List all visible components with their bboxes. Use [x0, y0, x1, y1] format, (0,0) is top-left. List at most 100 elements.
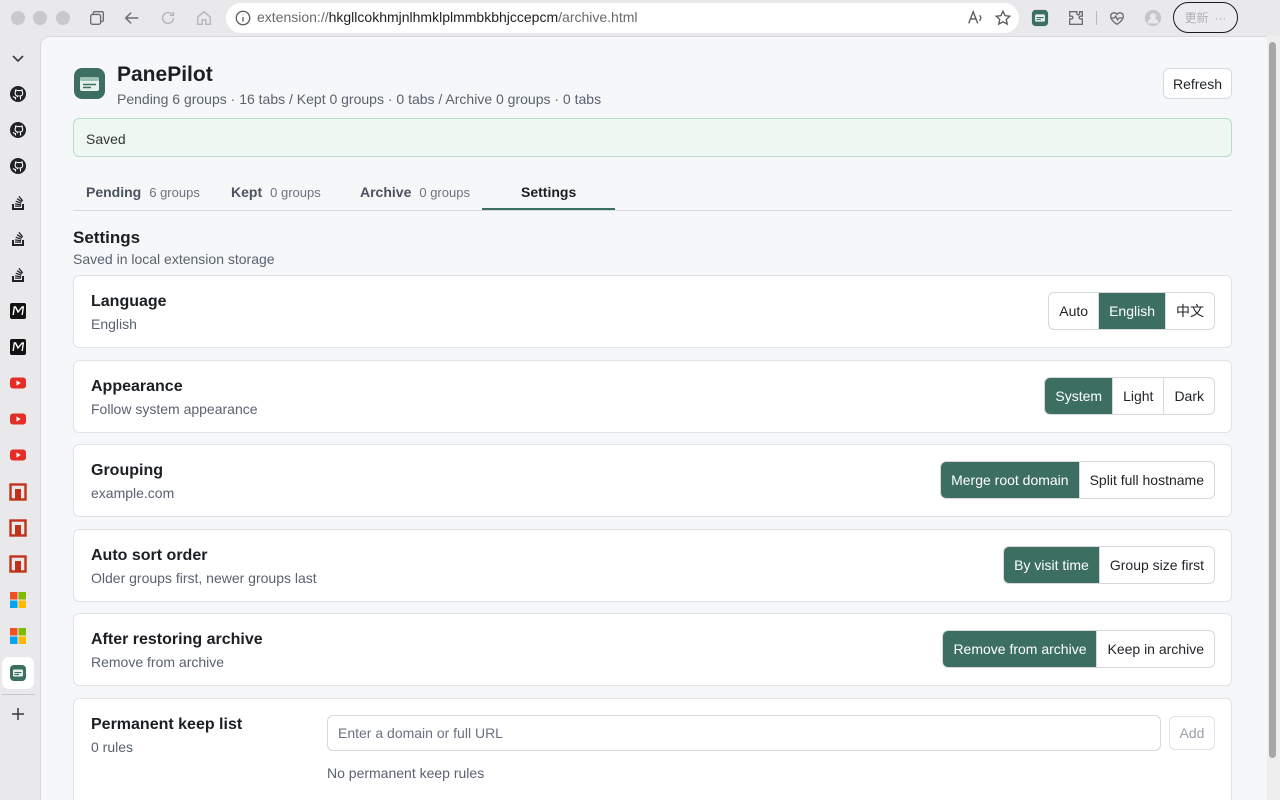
app-summary: Pending 6 groups · 16 tabs / Kept 0 grou…: [117, 91, 602, 107]
setting-value: Follow system appearance: [91, 401, 258, 417]
health-heart-icon[interactable]: [1107, 8, 1127, 28]
medium-icon[interactable]: [9, 302, 27, 320]
settings-heading: Settings: [73, 228, 141, 247]
language-option-chinese[interactable]: 中文: [1165, 293, 1214, 329]
grouping-selector: Merge root domain Split full hostname: [940, 461, 1215, 499]
setting-value: Remove from archive: [91, 654, 225, 670]
sort-option-group-size[interactable]: Group size first: [1098, 547, 1214, 583]
keep-list-empty-text: No permanent keep rules: [327, 765, 485, 781]
tab-actions-icon[interactable]: [87, 8, 107, 28]
plus-icon[interactable]: [9, 705, 27, 723]
setting-value: example.com: [91, 485, 175, 501]
panepilot-logo-icon: [80, 77, 99, 91]
page-viewport: PanePilot Pending 6 groups · 16 tabs / K…: [40, 36, 1267, 800]
chevron-down-icon[interactable]: [9, 49, 27, 67]
setting-title: Grouping: [91, 462, 163, 479]
setting-title: Language: [91, 293, 167, 310]
tab-kept[interactable]: Kept 0 groups: [231, 173, 321, 211]
minimize-window-button[interactable]: [33, 11, 47, 25]
sort-option-visit-time[interactable]: By visit time: [1004, 547, 1099, 583]
setting-value: Older groups first, newer groups last: [91, 570, 317, 586]
panepilot-icon[interactable]: [9, 664, 27, 682]
tab-label: Archive: [360, 184, 412, 200]
youtube-icon[interactable]: [9, 410, 27, 428]
info-icon[interactable]: [234, 9, 252, 27]
tab-archive[interactable]: Archive 0 groups: [360, 173, 470, 211]
medium-icon[interactable]: [9, 338, 27, 356]
home-icon[interactable]: [194, 8, 214, 28]
app-title: PanePilot: [117, 63, 213, 86]
tab-label: Settings: [521, 184, 577, 200]
sidebar-divider: [2, 694, 35, 695]
back-icon[interactable]: [122, 8, 142, 28]
github-icon[interactable]: [9, 121, 27, 139]
stackoverflow-icon[interactable]: [9, 229, 27, 247]
keep-rule-input[interactable]: [327, 715, 1161, 751]
tab-label: Kept: [231, 184, 263, 200]
active-tab-indicator: [482, 208, 615, 210]
scrollbar-thumb[interactable]: [1269, 42, 1276, 758]
appearance-setting-card: Appearance Follow system appearance Syst…: [73, 360, 1232, 433]
microsoft-icon[interactable]: [9, 627, 27, 645]
openrouter-icon[interactable]: [9, 519, 27, 537]
tab-pending[interactable]: Pending 6 groups: [86, 173, 200, 211]
openrouter-icon[interactable]: [9, 483, 27, 501]
read-aloud-icon[interactable]: [966, 9, 984, 27]
openrouter-icon[interactable]: [9, 555, 27, 573]
grouping-option-split-hostname[interactable]: Split full hostname: [1078, 462, 1214, 498]
address-bar[interactable]: extension://hkgllcokhmjnlhmklplmmbkbhjcc…: [226, 3, 1019, 33]
panepilot-extension-icon[interactable]: [1030, 8, 1050, 28]
language-option-auto[interactable]: Auto: [1049, 293, 1098, 329]
settings-description: Saved in local extension storage: [73, 251, 275, 267]
setting-title: Permanent keep list: [91, 716, 243, 733]
favorite-star-icon[interactable]: [994, 9, 1012, 27]
saved-status-banner: Saved: [73, 118, 1232, 157]
grouping-setting-card: Grouping example.com Merge root domain S…: [73, 444, 1232, 517]
app-logo: [74, 68, 105, 99]
youtube-icon[interactable]: [9, 446, 27, 464]
profile-avatar-icon[interactable]: [1143, 8, 1163, 28]
tab-count: 0 groups: [419, 184, 470, 200]
update-label: 更新: [1184, 11, 1209, 25]
keep-rule-count: 0 rules: [91, 739, 134, 755]
url-text: extension://hkgllcokhmjnlhmklplmmbkbhjcc…: [257, 9, 638, 25]
restore-setting-card: After restoring archive Remove from arch…: [73, 613, 1232, 686]
restore-option-remove[interactable]: Remove from archive: [943, 631, 1097, 667]
restore-option-keep[interactable]: Keep in archive: [1096, 631, 1214, 667]
github-icon[interactable]: [9, 85, 27, 103]
appearance-option-light[interactable]: Light: [1112, 378, 1163, 414]
reload-icon[interactable]: [158, 8, 178, 28]
view-tabs: Pending 6 groups Kept 0 groups Archive 0…: [73, 173, 1232, 211]
appearance-option-dark[interactable]: Dark: [1163, 378, 1214, 414]
add-rule-button[interactable]: Add: [1169, 716, 1215, 750]
setting-title: Auto sort order: [91, 547, 208, 564]
tab-settings[interactable]: Settings: [521, 173, 576, 211]
tab-count: 6 groups: [149, 184, 200, 200]
maximize-window-button[interactable]: [56, 11, 70, 25]
tab-count: 0 groups: [270, 184, 321, 200]
toolbar-divider: [1096, 11, 1097, 25]
appearance-option-system[interactable]: System: [1045, 378, 1113, 414]
browser-update-button[interactable]: 更新 ···: [1173, 2, 1238, 33]
extensions-puzzle-icon[interactable]: [1066, 8, 1086, 28]
language-setting-card: Language English Auto English 中文: [73, 275, 1232, 348]
microsoft-icon[interactable]: [9, 591, 27, 609]
grouping-option-merge-root[interactable]: Merge root domain: [941, 462, 1079, 498]
tab-label: Pending: [86, 184, 142, 200]
restore-selector: Remove from archive Keep in archive: [942, 630, 1215, 668]
github-icon[interactable]: [9, 157, 27, 175]
refresh-button[interactable]: Refresh: [1163, 68, 1232, 99]
sort-order-selector: By visit time Group size first: [1003, 546, 1215, 584]
language-selector: Auto English 中文: [1048, 292, 1215, 330]
setting-title: Appearance: [91, 378, 183, 395]
appearance-selector: System Light Dark: [1044, 377, 1215, 415]
sort-order-setting-card: Auto sort order Older groups first, newe…: [73, 529, 1232, 602]
language-option-english[interactable]: English: [1098, 293, 1165, 329]
browser-toolbar: extension://hkgllcokhmjnlhmklplmmbkbhjcc…: [0, 0, 1280, 36]
stackoverflow-icon[interactable]: [9, 193, 27, 211]
youtube-icon[interactable]: [9, 374, 27, 392]
close-window-button[interactable]: [11, 11, 25, 25]
setting-value: English: [91, 316, 137, 332]
keep-list-card: Permanent keep list 0 rules Add No perma…: [73, 698, 1232, 800]
stackoverflow-icon[interactable]: [9, 265, 27, 283]
